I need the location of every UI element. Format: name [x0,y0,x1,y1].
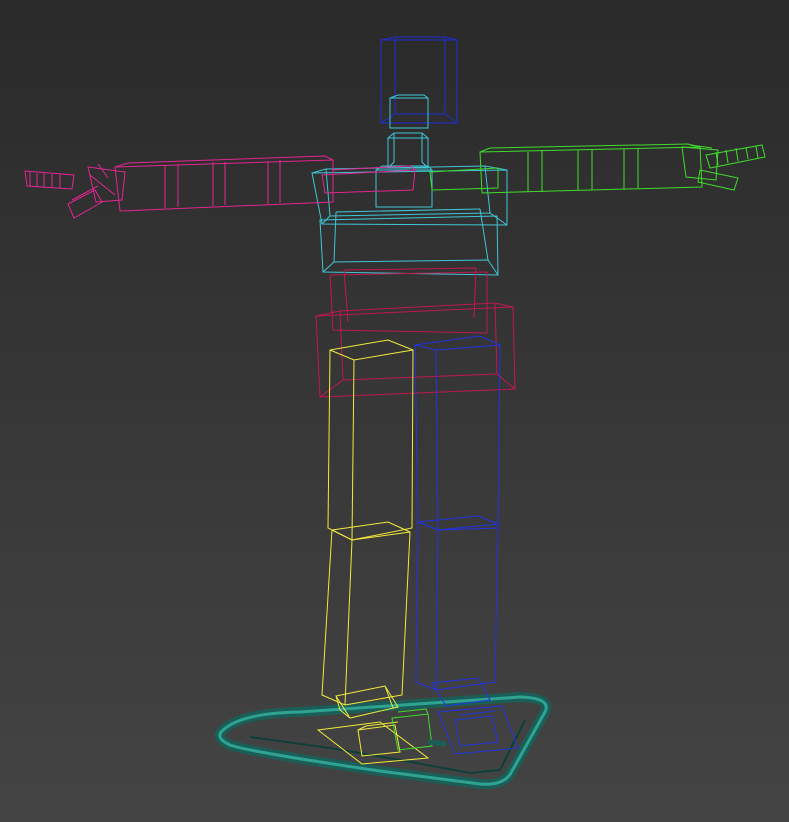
spine-bones[interactable] [311,165,508,276]
right-arm-bones[interactable] [429,143,766,194]
neck-bone[interactable] [375,132,433,208]
head-bone[interactable] [380,36,458,129]
biped-wireframe-scene[interactable] [0,0,789,822]
3d-viewport[interactable] [0,0,789,822]
foot-helpers[interactable] [391,708,447,751]
right-leg-bones[interactable] [414,335,519,755]
left-arm-bones[interactable] [24,155,416,219]
